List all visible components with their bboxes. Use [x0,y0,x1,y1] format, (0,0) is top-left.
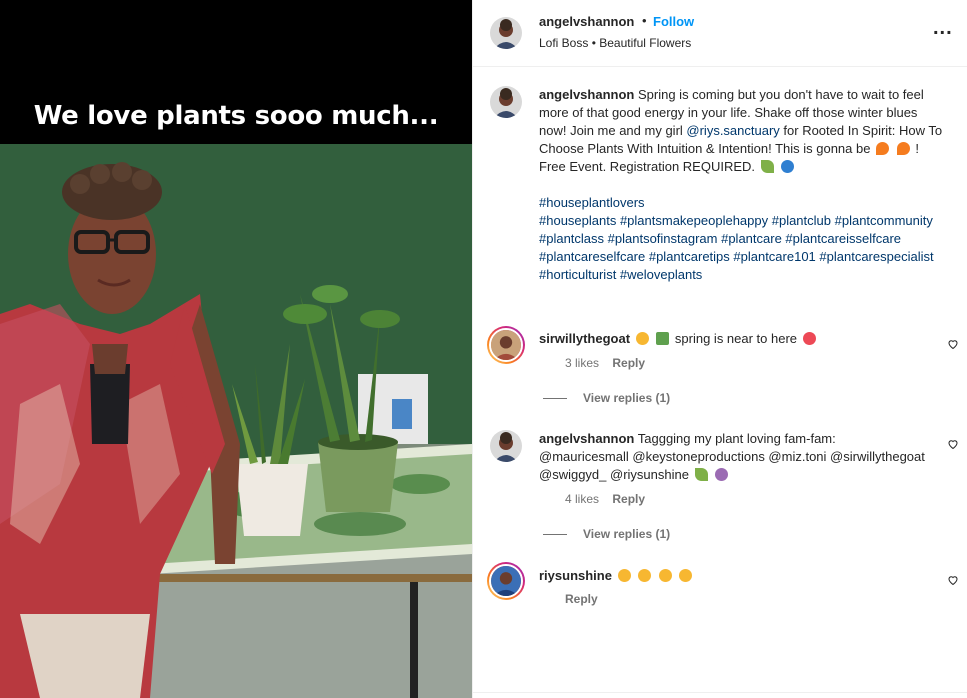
view-replies-label[interactable]: View replies (1) [583,391,670,405]
avatar-image [490,86,522,118]
comment-username[interactable]: sirwillythegoat [539,331,630,346]
comment-body: Taggging my plant loving fam-fam: [637,431,836,446]
praying-hands-emoji-icon [715,468,729,481]
instagram-post-viewer: We love plants sooo much... angelvshanno… [0,0,967,698]
author-avatar[interactable] [490,17,522,49]
comment-likes[interactable]: 4 likes [565,492,599,506]
post-media[interactable]: We love plants sooo much... [0,0,472,698]
caption-mention[interactable]: @riys.sanctuary [686,123,779,138]
comment-avatar[interactable] [490,430,522,462]
comment-text: riysunshine [539,567,929,585]
comment-text: angelvshannon Taggging my plant loving f… [539,430,929,484]
caption-hashtags[interactable]: #houseplantlovers #houseplants #plantsma… [539,194,944,284]
globe-emoji-icon [781,160,795,173]
comment-mentions[interactable]: @mauricesmall @keystoneproductions @miz.… [539,449,925,482]
fire-emoji-icon [896,142,910,155]
heart-eyes-emoji-icon [617,569,631,582]
view-replies-button[interactable]: View replies (1) [543,391,670,405]
author-username[interactable]: angelvshannon [539,14,634,29]
caption-author-avatar[interactable] [490,86,522,118]
hashtag-line-1[interactable]: #houseplantlovers [539,194,944,212]
avatar-image [489,328,523,362]
like-comment-heart-icon[interactable] [947,338,959,350]
herb-emoji-icon [760,160,774,173]
fire-emoji-icon [876,142,890,155]
avatar-image [490,430,522,462]
comment-meta: 4 likes Reply [565,492,655,506]
goat-face-emoji-icon [635,332,649,345]
comment-avatar[interactable] [487,326,525,364]
audio-track-label[interactable]: Lofi Boss • Beautiful Flowers [539,36,691,50]
heart-eyes-emoji-icon [638,569,652,582]
view-replies-button[interactable]: View replies (1) [543,527,670,541]
separator-dot: • [642,13,647,28]
reply-button[interactable]: Reply [612,356,645,370]
view-replies-label[interactable]: View replies (1) [583,527,670,541]
post-photo [0,144,472,698]
house-emoji-icon [656,332,670,345]
heart-eyes-emoji-icon [658,569,672,582]
post-details-panel: angelvshannon • Follow Lofi Boss • Beaut… [472,0,967,698]
panel-divider [473,692,967,693]
avatar-image [490,17,522,49]
red-heart-emoji-icon [802,332,816,345]
post-header: angelvshannon • Follow Lofi Boss • Beaut… [473,0,967,67]
reply-button[interactable]: Reply [612,492,645,506]
heart-eyes-emoji-icon [679,569,693,582]
caption-username[interactable]: angelvshannon [539,87,634,102]
comment-meta: 3 likes Reply [565,356,655,370]
media-overlay-text: We love plants sooo much... [33,101,439,131]
more-options-icon[interactable]: ... [933,17,953,40]
comment-body: spring is near to here [674,331,798,346]
herb-emoji-icon [694,468,708,481]
hashtag-line-2[interactable]: #houseplants #plantsmakepeoplehappy #pla… [539,212,944,284]
comment-text: sirwillythegoat spring is near to here [539,330,929,348]
reply-button[interactable]: Reply [565,592,598,606]
comment-username[interactable]: riysunshine [539,568,612,583]
comment-meta: Reply [565,592,608,606]
like-comment-heart-icon[interactable] [947,438,959,450]
like-comment-heart-icon[interactable] [947,574,959,586]
post-caption: angelvshannon Spring is coming but you d… [539,86,944,284]
replies-divider [543,534,567,536]
replies-divider [543,398,567,400]
comment-likes[interactable]: 3 likes [565,356,599,370]
comment-avatar[interactable] [487,562,525,600]
avatar-image [489,564,523,598]
comment-username[interactable]: angelvshannon [539,431,634,446]
follow-button[interactable]: Follow [653,14,694,29]
